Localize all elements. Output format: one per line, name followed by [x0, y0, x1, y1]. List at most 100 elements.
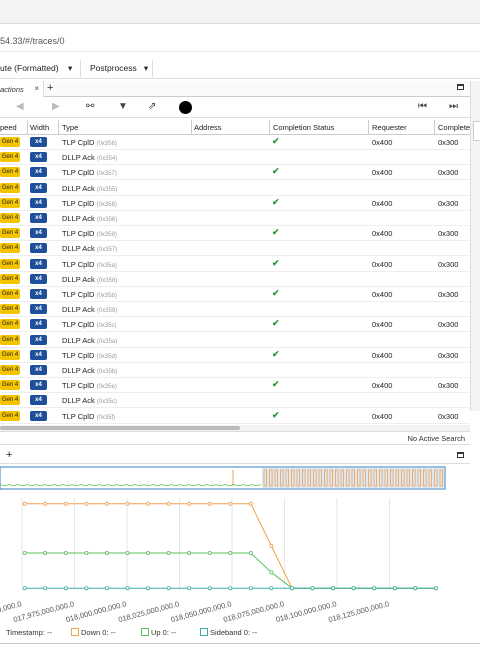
- table-row[interactable]: Gen 4 x4 TLP CplD (0x35f) ✔ 0x400 0x300: [0, 409, 470, 424]
- skip-start-icon[interactable]: ⏮: [418, 101, 427, 112]
- data-point-sideband: [289, 586, 294, 591]
- skip-end-icon[interactable]: ⏭: [449, 101, 458, 112]
- link-speed-badge: Gen 4: [0, 395, 20, 406]
- chart-overview-strip[interactable]: [0, 466, 446, 490]
- data-point-down: [145, 501, 150, 506]
- table-row[interactable]: Gen 4 x4 DLLP Ack (0x359): [0, 302, 470, 318]
- col-divider[interactable]: [191, 120, 192, 135]
- link-speed-badge: Gen 4: [0, 228, 20, 239]
- packet-type: DLLP Ack (0x35a): [62, 335, 118, 345]
- data-point-sideband: [269, 586, 274, 591]
- packet-type: DLLP Ack (0x356): [62, 214, 118, 223]
- data-point-sideband: [84, 586, 89, 591]
- data-point-up: [269, 570, 274, 575]
- table-row[interactable]: Gen 4 x4 TLP CplD (0x35d) ✔ 0x400 0x300: [0, 348, 470, 363]
- export-icon[interactable]: ⇗: [148, 101, 156, 112]
- next-icon[interactable]: ▶: [52, 101, 60, 112]
- add-tab-icon[interactable]: +: [47, 82, 53, 94]
- series-line-down: [24, 503, 436, 589]
- scrollbar-thumb[interactable]: [0, 426, 240, 430]
- table-row[interactable]: Gen 4 x4 TLP CplD (0x35b) ✔ 0x400 0x300: [0, 287, 470, 302]
- legend-down[interactable]: Down 0: --: [71, 628, 116, 637]
- col-divider[interactable]: [58, 120, 59, 135]
- table-row[interactable]: Gen 4 x4 DLLP Ack (0x356): [0, 211, 470, 226]
- link-speed-badge: Gen 4: [0, 410, 20, 421]
- data-point-sideband: [22, 586, 27, 591]
- link-width-badge: x4: [30, 182, 47, 193]
- data-point-up: [84, 551, 89, 556]
- data-point-sideband: [43, 586, 48, 591]
- table-row[interactable]: Gen 4 x4 TLP CplD (0x35e) ✔ 0x400 0x300: [0, 378, 470, 394]
- address-bar[interactable]: 54.33/#/traces/0: [0, 30, 480, 52]
- data-point-up: [125, 551, 130, 556]
- packet-type: TLP CplD (0x357): [62, 168, 117, 178]
- close-icon[interactable]: ×: [34, 84, 39, 93]
- data-point-down: [248, 501, 253, 506]
- table-row[interactable]: Gen 4 x4 DLLP Ack (0x358): [0, 272, 470, 287]
- data-point-sideband: [372, 586, 377, 591]
- table-row[interactable]: Gen 4 x4 DLLP Ack (0x354): [0, 150, 470, 166]
- link-width-badge: x4: [30, 152, 47, 163]
- link-speed-badge: Gen 4: [0, 258, 20, 269]
- table-row[interactable]: Gen 4 x4 TLP CplD (0x356) ✔ 0x400 0x300: [0, 135, 470, 150]
- col-divider[interactable]: [368, 120, 369, 135]
- tab-transactions[interactable]: actions ×: [0, 81, 44, 97]
- filter-icon[interactable]: ▼: [118, 101, 128, 112]
- table-row[interactable]: Gen 4 x4 TLP CplD (0x357) ✔ 0x400 0x300: [0, 165, 470, 181]
- maximize-icon[interactable]: [457, 452, 464, 458]
- check-icon: ✔: [272, 379, 280, 390]
- chart-tab-row: +: [0, 448, 470, 464]
- link-width-badge: x4: [30, 380, 47, 391]
- add-tab-icon[interactable]: +: [6, 449, 12, 461]
- table-row[interactable]: Gen 4 x4 TLP CplD (0x358) ✔ 0x400 0x300: [0, 196, 470, 211]
- col-completer[interactable]: Complete: [438, 123, 470, 132]
- chart-legend: Timestamp: -- Down 0: -- Up 0: -- Sideba…: [0, 624, 480, 642]
- requester-value: 0x400: [372, 138, 393, 147]
- table-row[interactable]: Gen 4 x4 DLLP Ack (0x355): [0, 181, 470, 196]
- record-icon[interactable]: [179, 101, 192, 114]
- data-point-down: [125, 501, 130, 506]
- completer-value: 0x300: [438, 229, 459, 239]
- col-type[interactable]: Type: [62, 123, 78, 132]
- data-point-down: [63, 501, 68, 506]
- overview-selection: [262, 468, 444, 488]
- legend-up[interactable]: Up 0: --: [141, 628, 176, 637]
- requester-value: 0x400: [372, 290, 393, 299]
- packet-type: TLP CplD (0x358): [62, 198, 117, 208]
- panel-handle[interactable]: [473, 121, 480, 141]
- col-requester[interactable]: Requester: [372, 123, 407, 132]
- link-speed-badge: Gen 4: [0, 213, 20, 223]
- packet-type: DLLP Ack (0x35b): [62, 366, 118, 375]
- table-row[interactable]: Gen 4 x4 TLP CplD (0x35c) ✔ 0x400 0x300: [0, 317, 470, 333]
- col-completion-status[interactable]: Completion Status: [273, 123, 334, 132]
- requester-value: 0x400: [372, 411, 393, 421]
- data-point-up: [207, 551, 212, 556]
- table-row[interactable]: Gen 4 x4 DLLP Ack (0x357): [0, 241, 470, 257]
- binoculars-icon[interactable]: ⚯: [86, 101, 94, 112]
- legend-sideband[interactable]: Sideband 0: --: [200, 628, 257, 637]
- view-mode-dropdown[interactable]: ute (Formatted) ▾: [0, 63, 72, 74]
- table-row[interactable]: Gen 4 x4 TLP CplD (0x359) ✔ 0x400 0x300: [0, 226, 470, 242]
- col-speed[interactable]: peed: [0, 123, 17, 132]
- col-divider[interactable]: [434, 120, 435, 135]
- requester-value: 0x400: [372, 198, 393, 208]
- link-width-badge: x4: [30, 410, 47, 421]
- table-row[interactable]: Gen 4 x4 DLLP Ack (0x35c): [0, 393, 470, 409]
- link-width-badge: x4: [30, 349, 47, 360]
- postprocess-dropdown[interactable]: Postprocess ▾: [90, 63, 148, 74]
- table-row[interactable]: Gen 4 x4 TLP CplD (0x35a) ✔ 0x400 0x300: [0, 257, 470, 272]
- link-width-badge: x4: [30, 197, 47, 208]
- prev-icon[interactable]: ◀: [16, 101, 24, 112]
- link-width-badge: x4: [30, 319, 47, 330]
- maximize-icon[interactable]: [457, 84, 464, 90]
- table-row[interactable]: Gen 4 x4 DLLP Ack (0x35a): [0, 333, 470, 348]
- col-address[interactable]: Address: [194, 123, 222, 132]
- col-divider[interactable]: [269, 120, 270, 135]
- col-divider[interactable]: [27, 120, 28, 135]
- col-width[interactable]: Width: [30, 123, 49, 132]
- completer-value: 0x300: [438, 320, 459, 330]
- data-point-down: [269, 544, 274, 549]
- check-icon: ✔: [272, 136, 280, 146]
- completer-value: 0x300: [438, 411, 459, 421]
- table-row[interactable]: Gen 4 x4 DLLP Ack (0x35b): [0, 363, 470, 378]
